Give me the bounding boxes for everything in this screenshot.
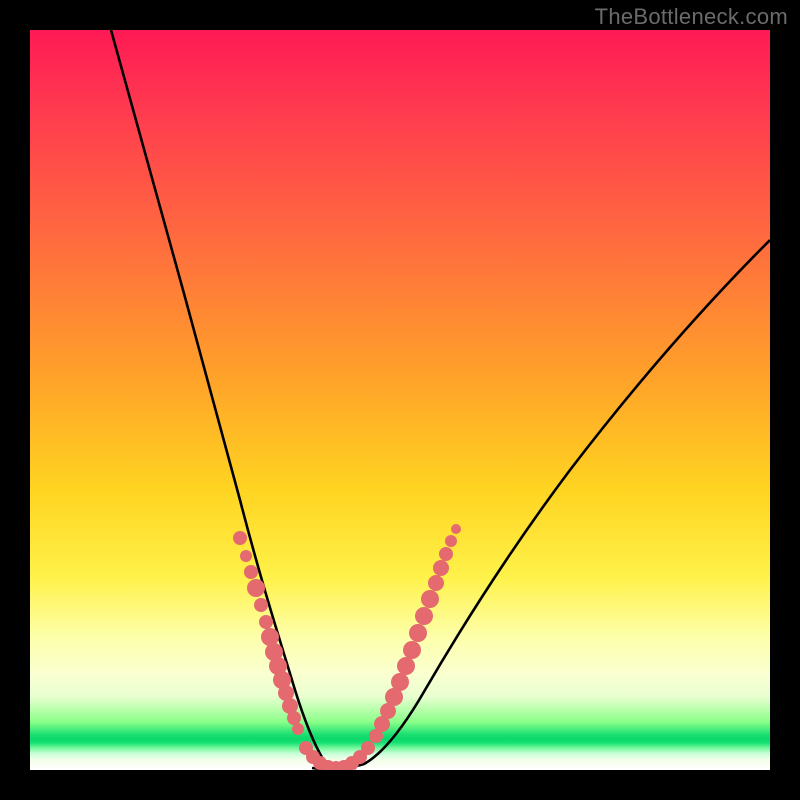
watermark-text: TheBottleneck.com — [595, 4, 788, 30]
plot-frame — [30, 30, 770, 770]
marker-group-floor — [299, 741, 375, 770]
marker-group-left — [233, 531, 304, 735]
marker-group-right — [369, 524, 461, 743]
curve-layer — [30, 30, 770, 770]
chart-stage: TheBottleneck.com — [0, 0, 800, 800]
bottleneck-curve-left — [111, 30, 328, 765]
